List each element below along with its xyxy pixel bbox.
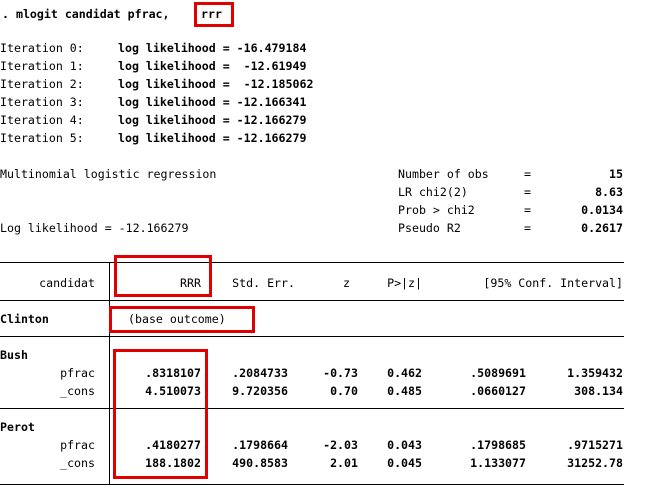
row-p: 0.462 [387, 366, 422, 380]
stat-label-pseudor2: Pseudo R2 [398, 221, 461, 235]
iteration-label-0: Iteration 0: [0, 41, 84, 55]
stat-value-pseudor2: 0.2617 [581, 221, 623, 235]
iteration-label-5: Iteration 5: [0, 131, 84, 145]
group-label-bush: Bush [0, 348, 28, 362]
highlight-rrr-option [194, 2, 234, 27]
row-var: pfrac [60, 366, 95, 380]
col-header-var: candidat [39, 276, 95, 290]
row-var: _cons [60, 456, 95, 470]
iteration-label-1: Iteration 1: [0, 59, 84, 73]
model-title: Multinomial logistic regression [0, 167, 217, 181]
stat-value-lrchi2: 8.63 [595, 185, 623, 199]
row-var: _cons [60, 384, 95, 398]
col-header-se: Std. Err. [232, 276, 295, 290]
highlight-base-outcome [109, 306, 255, 333]
stat-label-nobs: Number of obs [398, 167, 489, 181]
stat-label-lrchi2: LR chi2(2) [398, 185, 468, 199]
iteration-text-4: log likelihood = -12.166279 [118, 113, 307, 127]
row-ci-low: .1798685 [470, 438, 526, 452]
iteration-label-3: Iteration 3: [0, 95, 84, 109]
row-z: 2.01 [330, 456, 358, 470]
table-column-divider [109, 262, 110, 484]
row-p: 0.043 [387, 438, 422, 452]
row-ci-high: .9715271 [567, 438, 623, 452]
row-ci-high: 308.134 [574, 384, 623, 398]
highlight-rrr-header [114, 255, 212, 297]
row-p: 0.485 [387, 384, 422, 398]
stat-eq-prob: = [524, 203, 531, 217]
log-likelihood-line: Log likelihood = -12.166279 [0, 221, 189, 235]
row-z: -2.03 [323, 438, 358, 452]
iteration-text-0: log likelihood = -16.479184 [118, 41, 307, 55]
group-label-perot: Perot [0, 420, 35, 434]
row-se: .2084733 [232, 366, 288, 380]
table-top-rule [0, 262, 624, 263]
row-p: 0.045 [387, 456, 422, 470]
iteration-label-4: Iteration 4: [0, 113, 84, 127]
stat-eq-pseudor2: = [524, 221, 531, 235]
command-prefix: . mlogit candidat pfrac, [2, 7, 170, 21]
stat-value-nobs: 15 [609, 167, 623, 181]
stata-results-window: { "command": { "prefix": ". mlogit candi… [0, 0, 649, 492]
row-var: pfrac [60, 438, 95, 452]
row-z: 0.70 [330, 384, 358, 398]
row-se: 490.8583 [232, 456, 288, 470]
iteration-text-2: log likelihood = -12.185062 [118, 77, 314, 91]
table-group-rule [0, 408, 624, 409]
row-se: 9.720356 [232, 384, 288, 398]
row-ci-high: 1.359432 [567, 366, 623, 380]
iteration-text-1: log likelihood = -12.61949 [118, 59, 307, 73]
row-se: .1798664 [232, 438, 288, 452]
table-bottom-rule [0, 484, 624, 485]
base-outcome-label: Clinton [0, 312, 49, 326]
stat-label-prob: Prob > chi2 [398, 203, 475, 217]
highlight-rrr-values [113, 349, 208, 479]
iteration-label-2: Iteration 2: [0, 77, 84, 91]
stat-value-prob: 0.0134 [581, 203, 623, 217]
row-ci-low: 1.133077 [470, 456, 526, 470]
table-base-rule [0, 336, 624, 337]
row-ci-high: 31252.78 [567, 456, 623, 470]
stat-eq-lrchi2: = [524, 185, 531, 199]
iteration-text-5: log likelihood = -12.166279 [118, 131, 307, 145]
stat-eq-nobs: = [524, 167, 531, 181]
col-header-z: z [343, 276, 350, 290]
row-z: -0.73 [323, 366, 358, 380]
row-ci-low: .5089691 [470, 366, 526, 380]
iteration-text-3: log likelihood = -12.166341 [118, 95, 307, 109]
table-header-rule [0, 300, 624, 301]
row-ci-low: .0660127 [470, 384, 526, 398]
col-header-ci: [95% Conf. Interval] [483, 276, 623, 290]
col-header-p: P>|z| [387, 276, 422, 290]
